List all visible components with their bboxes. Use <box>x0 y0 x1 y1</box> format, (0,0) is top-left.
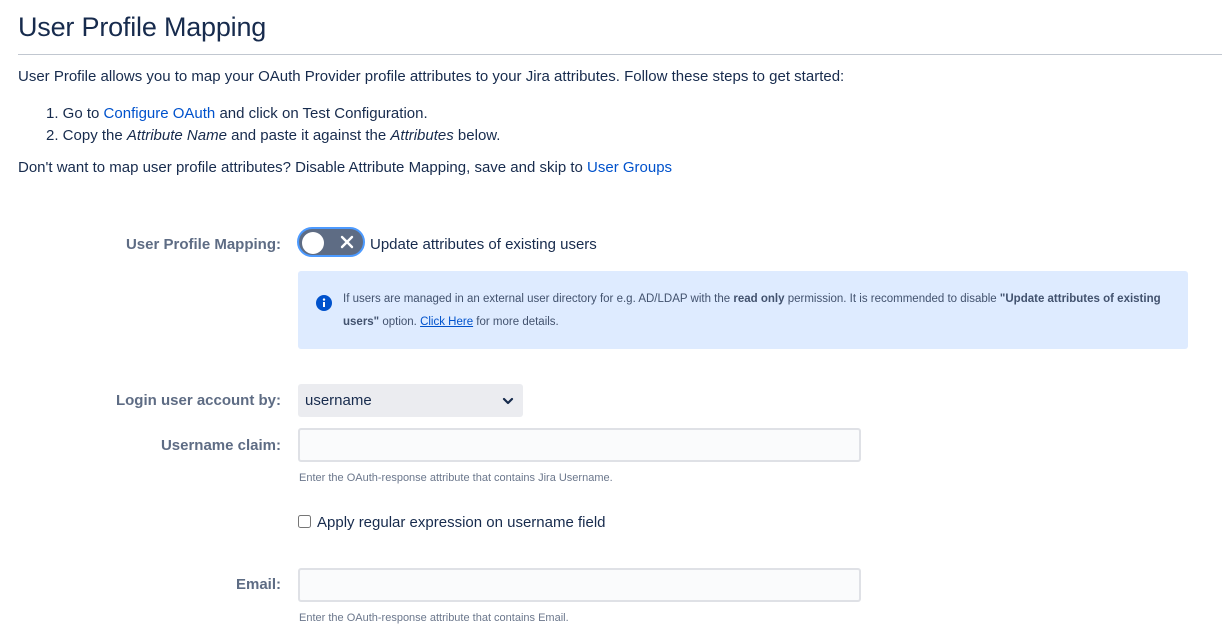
user-groups-link[interactable]: User Groups <box>587 159 672 176</box>
attributes-emphasis: Attributes <box>390 127 454 144</box>
info-icon <box>316 295 332 311</box>
info-part-1: If users are managed in an external user… <box>343 293 734 305</box>
username-claim-label: Username claim: <box>160 437 281 454</box>
step-1-prefix: 1. Go to <box>46 105 104 122</box>
intro-text: User Profile allows you to map your OAut… <box>18 68 845 85</box>
email-help: Enter the OAuth-response attribute that … <box>299 612 569 624</box>
regex-checkbox[interactable] <box>298 515 311 528</box>
info-part-3: option. <box>379 316 421 328</box>
info-bold-read-only: read only <box>733 293 785 305</box>
username-claim-input[interactable] <box>298 428 861 462</box>
page: User Profile Mapping User Profile allows… <box>0 0 1222 635</box>
regex-checkbox-label[interactable]: Apply regular expression on username fie… <box>317 514 606 531</box>
email-field[interactable] <box>298 568 861 602</box>
click-here-link[interactable]: Click Here <box>420 316 473 328</box>
step-1-suffix: and click on Test Configuration. <box>215 105 428 122</box>
attribute-name-emphasis: Attribute Name <box>126 127 227 144</box>
login-by-label: Login user account by: <box>115 392 281 409</box>
step-2: 2. Copy the Attribute Name and paste it … <box>46 125 500 147</box>
update-attributes-label: Update attributes of existing users <box>370 236 597 253</box>
step-2-suffix: below. <box>453 127 501 144</box>
step-2-prefix: 2. Copy the <box>46 127 127 144</box>
skip-text: Don't want to map user profile attribute… <box>18 159 672 176</box>
chevron-down-icon <box>502 397 514 405</box>
step-2-middle: and paste it against the <box>226 127 391 144</box>
login-by-select[interactable]: username <box>298 384 523 417</box>
step-1: 1. Go to Configure OAuth and click on Te… <box>46 103 500 125</box>
info-part-4: for more details. <box>473 316 559 328</box>
info-message: If users are managed in an external user… <box>298 271 1188 349</box>
skip-prefix: Don't want to map user profile attribute… <box>18 159 588 176</box>
page-title: User Profile Mapping <box>18 12 267 42</box>
profile-mapping-label: User Profile Mapping: <box>125 236 281 253</box>
steps-list: 1. Go to Configure OAuth and click on Te… <box>46 103 500 147</box>
profile-mapping-toggle[interactable] <box>297 227 365 257</box>
close-icon <box>340 235 354 249</box>
title-divider <box>18 54 1222 55</box>
username-claim-help: Enter the OAuth-response attribute that … <box>299 472 613 484</box>
info-part-2: permission. It is recommended to disable <box>784 293 1000 305</box>
email-label: Email: <box>235 576 281 593</box>
configure-oauth-link[interactable]: Configure OAuth <box>104 105 216 122</box>
login-by-selected-value: username <box>305 392 372 409</box>
info-message-text: If users are managed in an external user… <box>343 288 1178 334</box>
toggle-knob <box>302 232 324 254</box>
